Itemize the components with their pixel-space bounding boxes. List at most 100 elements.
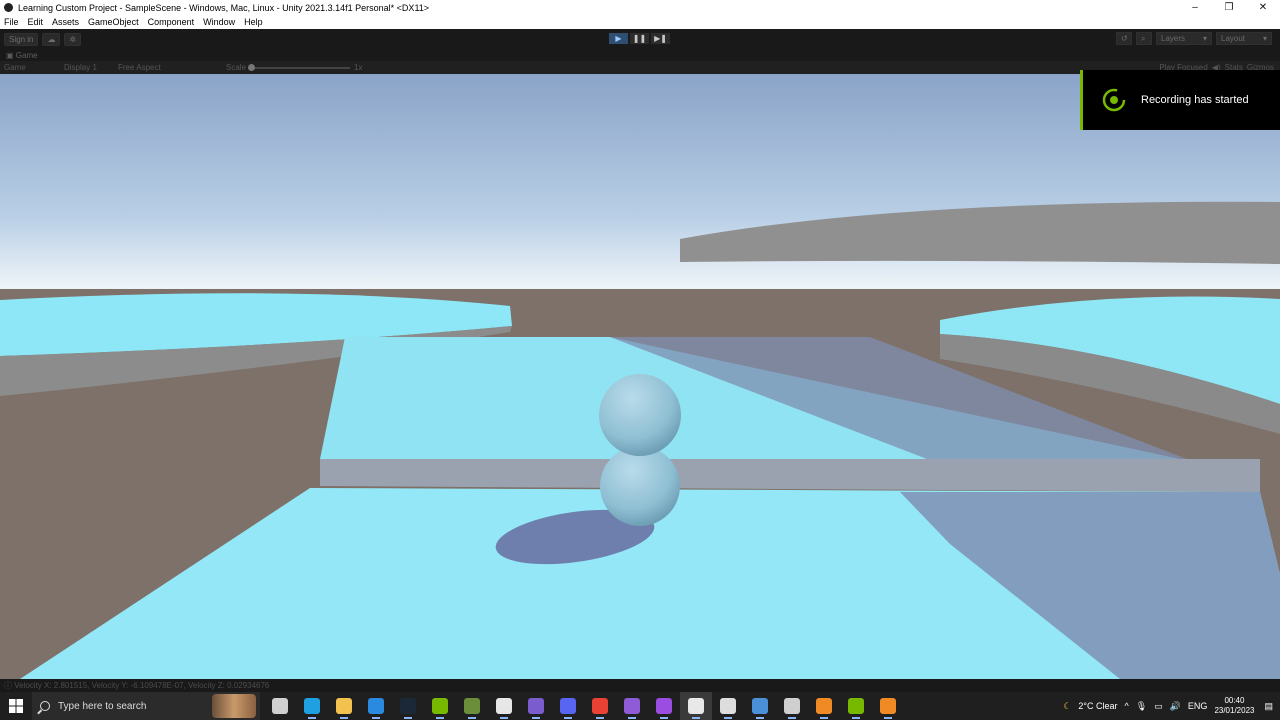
microphone-icon[interactable]: 🎙 bbox=[1136, 701, 1147, 712]
game-scene bbox=[0, 74, 1280, 679]
menu-window[interactable]: Window bbox=[203, 17, 235, 27]
aspect-dropdown[interactable]: Free Aspect bbox=[118, 63, 222, 72]
blender-icon bbox=[816, 698, 832, 714]
taskbar-apps bbox=[264, 692, 904, 720]
taskbar-app-steam[interactable] bbox=[392, 692, 424, 720]
taskbar: Type here to search ☾ 2°C Clear ^ 🎙 ▭ 🔊 … bbox=[0, 692, 1280, 720]
clock[interactable]: 00:40 23/01/2023 bbox=[1214, 696, 1254, 716]
maximize-button[interactable]: ❐ bbox=[1212, 2, 1246, 13]
game-mode-dropdown[interactable]: Game bbox=[4, 63, 60, 72]
search-highlight-image bbox=[212, 694, 256, 718]
taskbar-app-task-view[interactable] bbox=[264, 692, 296, 720]
blender-2-icon bbox=[880, 698, 896, 714]
play-controls: ▶ ❚❚ ▶❚ bbox=[608, 32, 671, 45]
taskbar-app-calculator[interactable] bbox=[744, 692, 776, 720]
taskbar-app-app-purple[interactable] bbox=[648, 692, 680, 720]
visual-studio-icon bbox=[624, 698, 640, 714]
unity-logo-icon bbox=[4, 3, 13, 12]
lower-ball bbox=[600, 446, 680, 526]
display-dropdown[interactable]: Display 1 bbox=[64, 63, 114, 72]
edge-icon bbox=[304, 698, 320, 714]
recording-notification: Recording has started bbox=[1080, 70, 1280, 130]
taskbar-app-github-desktop[interactable] bbox=[520, 692, 552, 720]
close-button[interactable]: ✕ bbox=[1246, 2, 1280, 13]
scale-slider-knob[interactable] bbox=[248, 63, 256, 71]
history-icon[interactable]: ↺ bbox=[1116, 32, 1132, 45]
file-explorer-icon bbox=[336, 698, 352, 714]
layout-dropdown[interactable]: Layout ▾ bbox=[1216, 32, 1272, 45]
minecraft-icon bbox=[464, 698, 480, 714]
volume-icon[interactable]: 🔊 bbox=[1170, 701, 1181, 712]
chrome-icon bbox=[592, 698, 608, 714]
notification-text: Recording has started bbox=[1141, 94, 1249, 106]
menu-component[interactable]: Component bbox=[148, 17, 195, 27]
language-indicator[interactable]: ENG bbox=[1188, 701, 1208, 711]
steam-icon bbox=[400, 698, 416, 714]
taskbar-app-visual-studio[interactable] bbox=[616, 692, 648, 720]
main-toolbar: Sign in ☁ ✲ ▶ ❚❚ ▶❚ ↺ ⌕ Layers ▾ Layout ▾ bbox=[0, 29, 1280, 49]
upper-ball bbox=[599, 374, 681, 456]
taskbar-app-blender-2[interactable] bbox=[872, 692, 904, 720]
taskbar-app-nvidia[interactable] bbox=[424, 692, 456, 720]
info-icon: ⓘ bbox=[4, 681, 15, 690]
step-button[interactable]: ▶❚ bbox=[650, 32, 671, 45]
search-icon bbox=[40, 701, 50, 711]
scale-label: Scale bbox=[226, 63, 247, 72]
start-button[interactable] bbox=[0, 692, 32, 720]
taskbar-app-unity[interactable] bbox=[712, 692, 744, 720]
console-message[interactable]: Velocity X: 2.801515, Velocity Y: -6.109… bbox=[14, 681, 269, 690]
clock-time: 00:40 bbox=[1224, 696, 1245, 705]
weather-text[interactable]: 2°C Clear bbox=[1078, 701, 1117, 711]
cloud-icon[interactable]: ☁ bbox=[42, 32, 61, 46]
taskbar-app-chrome[interactable] bbox=[584, 692, 616, 720]
menu-assets[interactable]: Assets bbox=[52, 17, 79, 27]
unity-hub-icon bbox=[688, 698, 704, 714]
geforce-icon bbox=[848, 698, 864, 714]
tab-bar: ▣ Game bbox=[0, 49, 1280, 61]
taskbar-search[interactable]: Type here to search bbox=[32, 692, 260, 720]
taskbar-app-unity-hub[interactable] bbox=[680, 692, 712, 720]
task-view-icon bbox=[272, 698, 288, 714]
taskbar-app-file-explorer[interactable] bbox=[328, 692, 360, 720]
collab-icon[interactable]: ✲ bbox=[64, 32, 82, 46]
menu-help[interactable]: Help bbox=[244, 17, 263, 27]
menu-bar: File Edit Assets GameObject Component Wi… bbox=[0, 15, 1280, 29]
chevron-up-icon[interactable]: ^ bbox=[1125, 701, 1129, 711]
scale-slider[interactable] bbox=[248, 63, 351, 71]
taskbar-app-blender[interactable] bbox=[808, 692, 840, 720]
tab-game[interactable]: Game bbox=[16, 51, 38, 60]
network-icon[interactable]: ▭ bbox=[1154, 701, 1163, 712]
notification-center-icon[interactable]: ▤ bbox=[1264, 701, 1273, 712]
store-icon bbox=[496, 698, 512, 714]
game-viewport[interactable] bbox=[0, 74, 1280, 679]
menu-edit[interactable]: Edit bbox=[28, 17, 44, 27]
scale-value: 1x bbox=[354, 63, 363, 72]
taskbar-app-edge[interactable] bbox=[296, 692, 328, 720]
taskbar-app-discord[interactable] bbox=[552, 692, 584, 720]
chevron-down-icon: ▾ bbox=[1202, 34, 1207, 43]
discord-icon bbox=[560, 698, 576, 714]
play-button[interactable]: ▶ bbox=[608, 32, 629, 45]
menu-gameobject[interactable]: GameObject bbox=[88, 17, 139, 27]
mail-icon bbox=[368, 698, 384, 714]
taskbar-app-minecraft[interactable] bbox=[456, 692, 488, 720]
taskbar-app-mail[interactable] bbox=[360, 692, 392, 720]
layers-dropdown[interactable]: Layers ▾ bbox=[1156, 32, 1212, 45]
title-bar: Learning Custom Project - SampleScene - … bbox=[0, 0, 1280, 15]
sign-in-button[interactable]: Sign in bbox=[4, 32, 39, 46]
calculator-icon bbox=[752, 698, 768, 714]
pause-button[interactable]: ❚❚ bbox=[629, 32, 650, 45]
toolbar-right: ↺ ⌕ Layers ▾ Layout ▾ bbox=[1116, 32, 1272, 45]
moon-weather-icon: ☾ bbox=[1063, 700, 1072, 711]
windows-logo-icon bbox=[9, 699, 23, 713]
unity-icon bbox=[720, 698, 736, 714]
taskbar-app-obs[interactable] bbox=[776, 692, 808, 720]
menu-file[interactable]: File bbox=[4, 17, 19, 27]
search-icon[interactable]: ⌕ bbox=[1136, 32, 1152, 45]
taskbar-app-geforce[interactable] bbox=[840, 692, 872, 720]
layers-label: Layers bbox=[1161, 34, 1186, 43]
taskbar-app-store[interactable] bbox=[488, 692, 520, 720]
github-desktop-icon bbox=[528, 698, 544, 714]
minimize-button[interactable]: – bbox=[1178, 2, 1212, 13]
chevron-down-icon: ▾ bbox=[1262, 34, 1267, 43]
